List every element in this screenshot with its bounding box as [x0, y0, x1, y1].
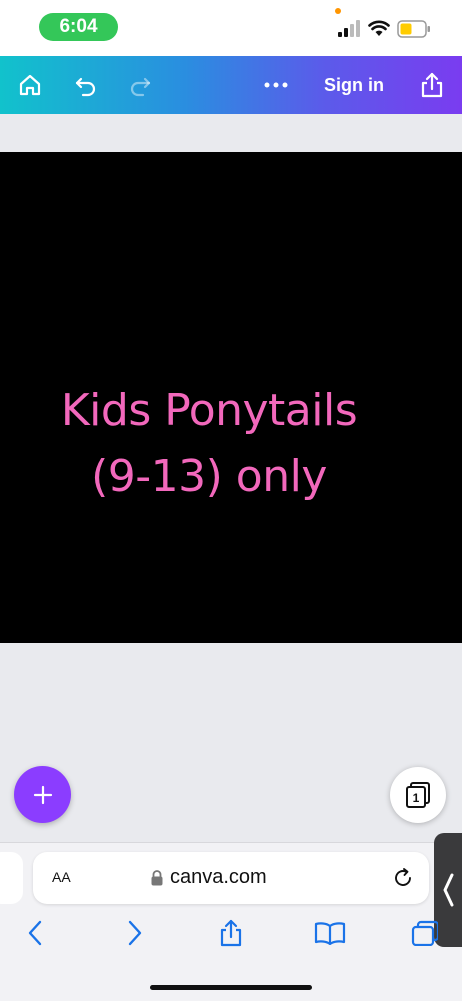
redo-icon [130, 77, 151, 97]
url-display[interactable]: canva.com [150, 866, 320, 889]
canvas-background [0, 114, 462, 152]
design-text-line-2: (9-13) only [91, 451, 327, 502]
reload-button[interactable] [388, 862, 418, 894]
privacy-indicator-dot [335, 8, 341, 14]
pages-icon: 1 [406, 782, 430, 808]
pages-button[interactable]: 1 [390, 767, 446, 823]
undo-button[interactable] [66, 64, 106, 106]
more-icon [264, 82, 288, 88]
tab-switch-handle[interactable] [434, 833, 462, 947]
forward-chevron-icon [128, 920, 142, 946]
wifi-icon [368, 20, 390, 36]
design-text-line-1: Kids Ponytails [60, 385, 358, 436]
book-icon [314, 922, 346, 945]
chevron-left-icon [443, 873, 454, 907]
home-indicator [150, 985, 312, 990]
undo-icon [75, 77, 96, 97]
back-button[interactable] [18, 915, 52, 951]
share-icon [421, 72, 443, 98]
home-button[interactable] [10, 64, 50, 106]
home-icon [19, 74, 41, 96]
back-chevron-icon [28, 920, 42, 946]
lock-icon [151, 870, 163, 886]
design-text[interactable]: Kids Ponytails (9-13) only [0, 378, 418, 510]
browser-share-icon [220, 919, 242, 947]
url-text: canva.com [170, 866, 267, 888]
battery-icon [397, 20, 430, 38]
redo-button[interactable] [120, 64, 160, 106]
reload-icon [395, 868, 411, 886]
cellular-signal-icon [338, 20, 360, 37]
status-time: 6:04 [39, 13, 118, 41]
text-size-button[interactable]: AA [52, 866, 71, 888]
plus-icon [33, 785, 52, 804]
forward-button[interactable] [118, 915, 152, 951]
bookmarks-button[interactable] [310, 915, 350, 951]
text-size-label: AA [52, 869, 71, 885]
add-element-button[interactable] [14, 766, 71, 823]
more-options-button[interactable] [256, 64, 296, 106]
previous-tab-preview[interactable] [0, 852, 23, 904]
page-count: 1 [413, 791, 420, 805]
share-button[interactable] [412, 64, 452, 106]
tabs-icon [411, 920, 438, 946]
tabs-button[interactable] [410, 915, 438, 951]
browser-share-button[interactable] [213, 913, 249, 953]
sign-in-button[interactable]: Sign in [318, 56, 390, 114]
